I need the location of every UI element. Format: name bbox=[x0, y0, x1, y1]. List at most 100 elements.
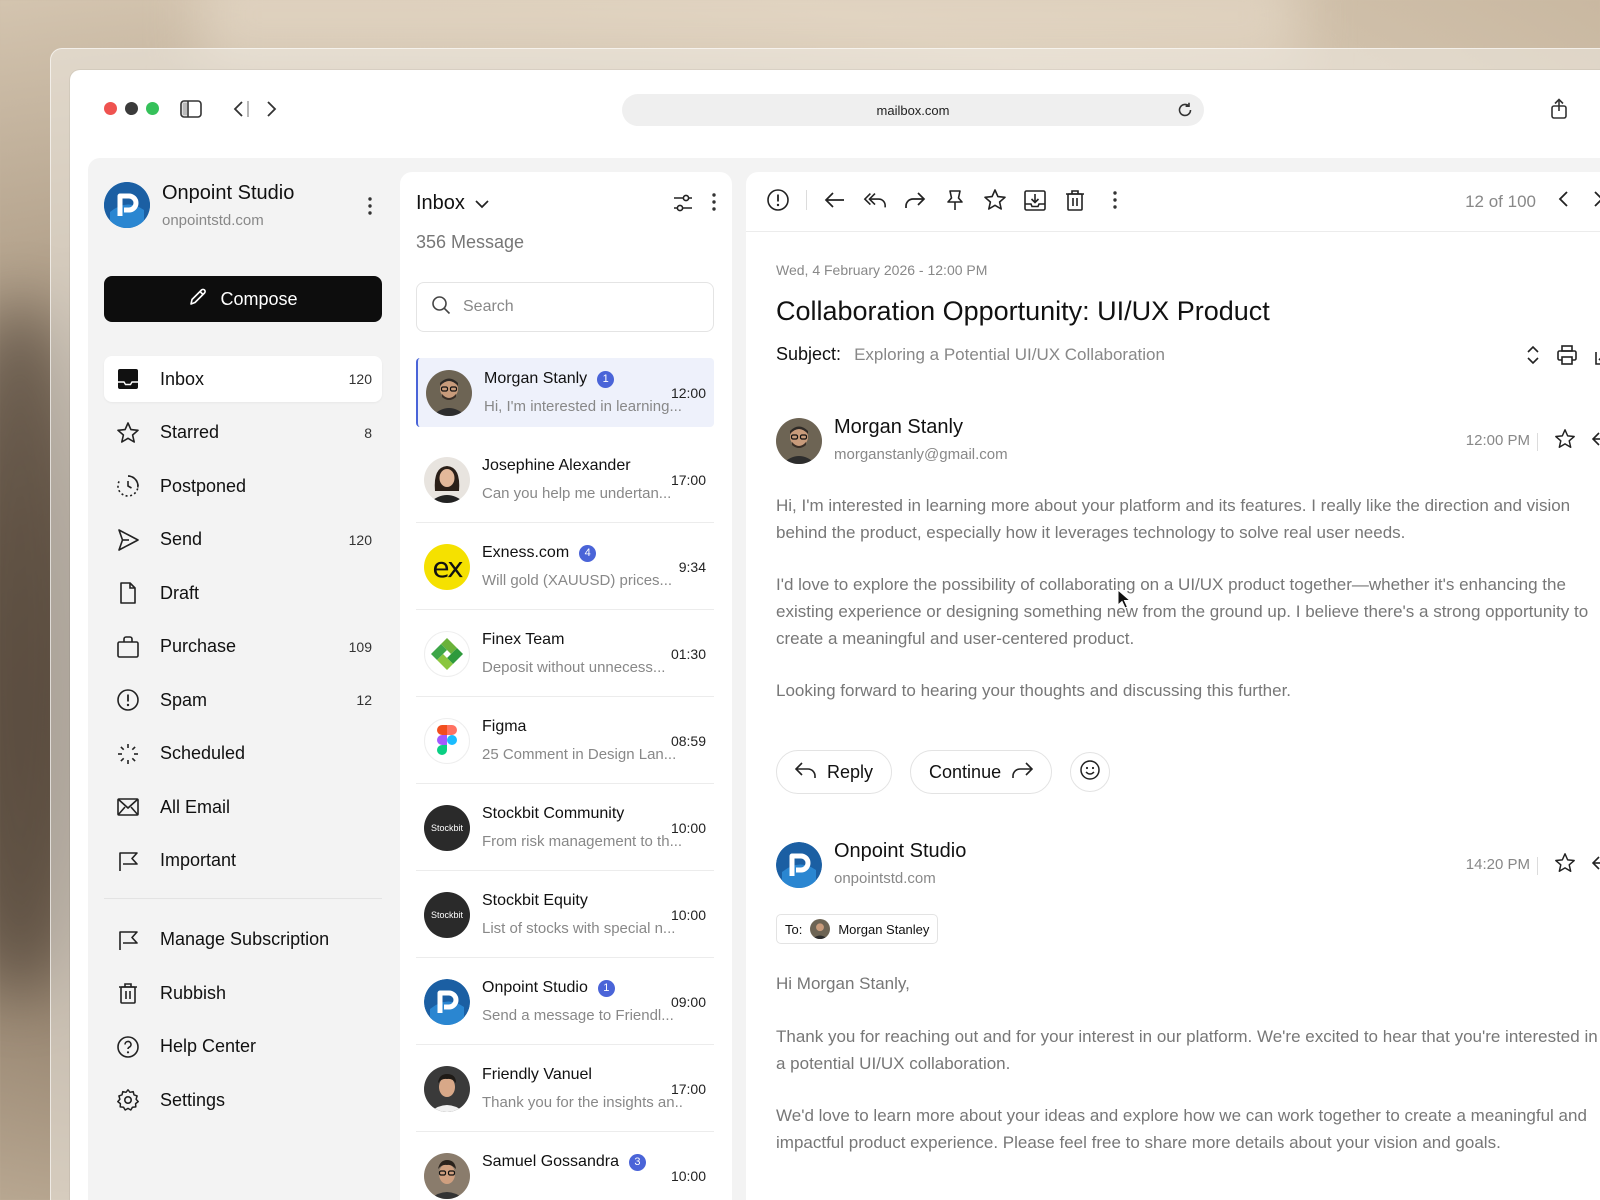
mail-sender: Finex Team bbox=[482, 631, 565, 648]
mail-app: Onpoint Studio onpointstd.com Compose In… bbox=[88, 158, 1600, 1200]
sidebar-item-spam[interactable]: Spam 12 bbox=[104, 677, 382, 723]
sidebar-toggle-icon[interactable] bbox=[180, 98, 202, 120]
star-icon bbox=[116, 421, 140, 445]
folder-nav: Inbox 120 Starred 8 Postponed Send 120 D… bbox=[104, 356, 382, 1131]
mail-preview: List of stocks with special n... bbox=[482, 920, 676, 937]
reload-icon[interactable] bbox=[1176, 101, 1194, 119]
report-spam-icon[interactable] bbox=[766, 188, 790, 212]
search-input[interactable] bbox=[463, 298, 683, 316]
sidebar-item-help-center[interactable]: Help Center bbox=[104, 1024, 382, 1070]
mail-time: 08:59 bbox=[670, 733, 706, 749]
subject-value: Exploring a Potential UI/UX Collaboratio… bbox=[854, 345, 1165, 364]
sidebar-item-inbox[interactable]: Inbox 120 bbox=[104, 356, 382, 402]
search-box[interactable] bbox=[416, 282, 714, 332]
mail-item[interactable]: Onpoint Studio 1 Send a message to Frien… bbox=[416, 967, 714, 1045]
list-more-icon[interactable] bbox=[712, 192, 716, 219]
compose-button[interactable]: Compose bbox=[104, 276, 382, 322]
reply-icon[interactable] bbox=[1591, 429, 1600, 454]
sidebar-item-all-email[interactable]: All Email bbox=[104, 784, 382, 830]
alert-icon bbox=[116, 688, 140, 712]
star-icon[interactable] bbox=[983, 188, 1007, 212]
mail-item[interactable]: Friendly Vanuel Thank you for the insigh… bbox=[416, 1054, 714, 1132]
sidebar-item-send[interactable]: Send 120 bbox=[104, 517, 382, 563]
previous-message-icon[interactable] bbox=[1558, 190, 1570, 213]
folder-switcher[interactable]: Inbox bbox=[416, 192, 489, 215]
message-title: Collaboration Opportunity: UI/UX Product bbox=[776, 296, 1270, 326]
mail-item[interactable]: Stockbit Stockbit Community From risk ma… bbox=[416, 793, 714, 871]
reply-icon[interactable] bbox=[1591, 853, 1600, 878]
reply-all-icon[interactable] bbox=[863, 188, 887, 212]
sidebar-item-settings[interactable]: Settings bbox=[104, 1077, 382, 1123]
pencil-icon bbox=[188, 287, 208, 312]
message-paragraph: Hi, I'm interested in learning more abou… bbox=[776, 496, 1571, 542]
print-icon[interactable] bbox=[1556, 344, 1578, 371]
sidebar-item-scheduled[interactable]: Scheduled bbox=[104, 731, 382, 777]
sidebar-item-manage-subscription[interactable]: Manage Subscription bbox=[104, 917, 382, 963]
reading-pane: 12 of 100 Wed, 4 February 2026 - 12:00 P… bbox=[746, 172, 1600, 1200]
expand-collapse-icon[interactable] bbox=[1526, 344, 1540, 371]
mail-sender: Stockbit Equity bbox=[482, 892, 588, 909]
message-time: 12:00 PM bbox=[1465, 432, 1530, 449]
avatar bbox=[776, 418, 822, 464]
back-arrow-icon[interactable] bbox=[823, 188, 847, 212]
pin-icon[interactable] bbox=[943, 188, 967, 212]
mail-item[interactable]: Stockbit Stockbit Equity List of stocks … bbox=[416, 880, 714, 958]
message-toolbar: 12 of 100 bbox=[746, 172, 1600, 232]
more-icon[interactable] bbox=[1103, 188, 1127, 212]
maximize-window-button[interactable] bbox=[146, 102, 159, 115]
pager-text: 12 of 100 bbox=[1465, 191, 1536, 211]
forward-arrow-icon[interactable] bbox=[260, 98, 282, 120]
emoji-button[interactable] bbox=[1070, 752, 1111, 792]
continue-button[interactable]: Continue bbox=[910, 750, 1053, 794]
mail-item[interactable]: Josephine Alexander Can you help me unde… bbox=[416, 445, 714, 523]
sidebar-item-draft[interactable]: Draft bbox=[104, 570, 382, 616]
star-icon[interactable] bbox=[1554, 852, 1576, 879]
message-date: Wed, 4 February 2026 - 12:00 PM bbox=[776, 262, 988, 278]
sidebar-item-postponed[interactable]: Postponed bbox=[104, 463, 382, 509]
mail-item[interactable]: Figma 25 Comment in Design Lan... 08:59 bbox=[416, 706, 714, 784]
filter-icon[interactable] bbox=[672, 192, 694, 219]
mail-item[interactable]: ex Exness.com 4 Will gold (XAUUSD) price… bbox=[416, 532, 714, 610]
send-count: 120 bbox=[348, 531, 372, 548]
next-message-icon[interactable] bbox=[1592, 190, 1600, 213]
nav-divider bbox=[104, 897, 382, 899]
mail-item[interactable]: Finex Team Deposit without unnecess... 0… bbox=[416, 619, 714, 697]
sidebar-item-label: Rubbish bbox=[160, 982, 227, 1003]
close-window-button[interactable] bbox=[104, 102, 117, 115]
message-card: Morgan Stanly morganstanly@gmail.com 12:… bbox=[776, 416, 1600, 798]
message-actions bbox=[1537, 852, 1600, 879]
mail-time: 9:34 bbox=[678, 559, 706, 575]
sidebar-item-important[interactable]: Important bbox=[104, 838, 382, 884]
clock-icon bbox=[116, 474, 140, 498]
sidebar-item-purchase[interactable]: Purchase 109 bbox=[104, 624, 382, 670]
mail-sender: Figma bbox=[482, 718, 527, 735]
minimize-window-button[interactable] bbox=[125, 102, 138, 115]
finex-logo-icon bbox=[424, 631, 470, 677]
sender-name: Onpoint Studio bbox=[834, 840, 967, 862]
mail-item[interactable]: Morgan Stanly 1 Hi, I'm interested in le… bbox=[416, 358, 714, 427]
archive-download-icon[interactable] bbox=[1023, 188, 1047, 212]
sidebar-item-starred[interactable]: Starred 8 bbox=[104, 410, 382, 456]
loader-icon bbox=[116, 742, 140, 766]
sidebar-item-label: Inbox bbox=[160, 368, 205, 389]
inbox-count: 120 bbox=[348, 371, 372, 387]
sidebar-item-label: Scheduled bbox=[160, 743, 246, 763]
star-icon[interactable] bbox=[1554, 428, 1576, 455]
address-bar[interactable]: mailbox.com bbox=[622, 94, 1204, 126]
share-icon[interactable] bbox=[1548, 98, 1570, 120]
subject-label: Subject: bbox=[776, 344, 842, 364]
account-header[interactable]: Onpoint Studio onpointstd.com bbox=[104, 180, 384, 236]
mail-list: Morgan Stanly 1 Hi, I'm interested in le… bbox=[416, 358, 714, 1200]
mail-sender: Stockbit Community bbox=[482, 805, 625, 822]
message-paragraph: Looking forward to hearing your thoughts… bbox=[776, 681, 1292, 700]
browser-toolbar: mailbox.com bbox=[70, 70, 1600, 150]
account-more-icon[interactable] bbox=[360, 194, 380, 218]
forward-icon[interactable] bbox=[903, 188, 927, 212]
trash-icon[interactable] bbox=[1063, 188, 1087, 212]
open-external-icon[interactable] bbox=[1594, 344, 1600, 371]
sidebar-item-label: Send bbox=[160, 529, 203, 549]
recipient-chip[interactable]: To: Morgan Stanley bbox=[776, 914, 939, 944]
mail-item[interactable]: Samuel Gossandra 3 10:00 bbox=[416, 1141, 714, 1200]
sidebar-item-rubbish[interactable]: Rubbish bbox=[104, 970, 382, 1016]
reply-button[interactable]: Reply bbox=[776, 750, 893, 794]
